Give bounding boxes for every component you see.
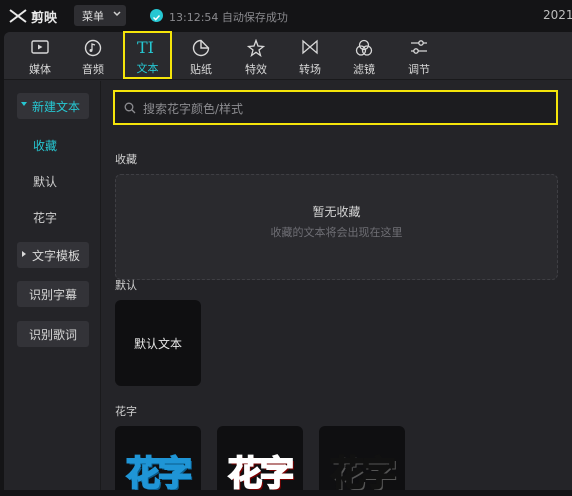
media-icon [31, 40, 49, 54]
tab-label: 特效 [245, 63, 267, 76]
empty-subtitle: 收藏的文本将会出现在这里 [270, 226, 403, 239]
sidebar-item-fancy[interactable]: 花字 [33, 209, 57, 226]
tab-label: 媒体 [29, 63, 51, 76]
filter-icon [355, 39, 373, 56]
text-icon: TI [137, 38, 154, 56]
sticker-icon [192, 39, 210, 57]
sidebar-item-templates[interactable]: 文字模板 [17, 242, 89, 268]
save-status: 13:12:54 自动保存成功 [169, 11, 288, 24]
favorites-empty-state: 暂无收藏 收藏的文本将会出现在这里 [115, 174, 558, 280]
bottom-divider [0, 490, 572, 496]
app-logo-icon [9, 9, 27, 23]
sidebar-item-new-text[interactable]: 新建文本 [17, 93, 89, 119]
svg-text:TI: TI [137, 38, 154, 56]
tab-media[interactable]: 媒体 [15, 34, 65, 78]
sidebar: 新建文本 收藏 默认 花字 文字模板 识别字幕 识别歌词 [4, 81, 101, 496]
chevron-down-icon [113, 11, 121, 17]
search-icon [124, 102, 136, 114]
year-text: 2021 [543, 8, 572, 22]
fancy-text-preview: 花字 [125, 453, 193, 495]
app-name: 剪映 [31, 11, 58, 26]
caret-down-icon [21, 102, 27, 106]
sidebar-item-label: 新建文本 [32, 100, 81, 114]
tab-label: 贴纸 [190, 63, 212, 76]
tab-transition[interactable]: 转场 [285, 34, 335, 78]
section-title-fancy: 花字 [115, 405, 137, 418]
tab-label: 滤镜 [353, 63, 375, 76]
empty-title: 暂无收藏 [312, 205, 361, 219]
tab-effects[interactable]: 特效 [231, 34, 281, 78]
tab-label: 转场 [299, 63, 321, 76]
tab-adjust[interactable]: 调节 [394, 34, 444, 78]
main-panel: 媒体 音频 TI 文本 贴纸 特效 转场 滤镜 调节 新建文本 收藏 默认 花字… [4, 31, 572, 496]
search-input[interactable]: 搜索花字颜色/样式 [113, 90, 558, 125]
tab-text[interactable]: TI 文本 [123, 31, 172, 79]
sidebar-item-label: 文字模板 [32, 249, 81, 263]
fancy-text-card[interactable]: 花字 [319, 426, 405, 496]
menu-button[interactable]: 菜单 [74, 5, 126, 26]
sidebar-item-lyrics[interactable]: 识别歌词 [17, 321, 89, 347]
fancy-text-card[interactable]: 花字 [217, 426, 303, 496]
tab-label: 文本 [136, 62, 159, 75]
adjust-icon [411, 40, 427, 54]
save-success-icon [150, 9, 163, 22]
tab-label: 音频 [82, 63, 104, 76]
menu-label: 菜单 [82, 10, 104, 23]
toolbar: 媒体 音频 TI 文本 贴纸 特效 转场 滤镜 调节 [4, 31, 572, 80]
fancy-text-card[interactable]: 花字 [115, 426, 201, 496]
section-title-default: 默认 [115, 279, 137, 292]
audio-icon [84, 39, 102, 57]
sidebar-item-label: 识别歌词 [28, 328, 77, 342]
effects-icon [247, 39, 265, 57]
search-placeholder: 搜索花字颜色/样式 [143, 102, 244, 116]
tab-filter[interactable]: 滤镜 [339, 34, 389, 78]
sidebar-item-default[interactable]: 默认 [33, 173, 57, 190]
sidebar-item-subtitles[interactable]: 识别字幕 [17, 281, 89, 307]
card-label: 默认文本 [133, 337, 182, 351]
section-title-favorites: 收藏 [115, 153, 137, 166]
tab-sticker[interactable]: 贴纸 [176, 34, 226, 78]
title-bar: 剪映 菜单 13:12:54 自动保存成功 2021 [0, 0, 572, 32]
tab-label: 调节 [408, 63, 430, 76]
fancy-text-preview: 花字 [227, 453, 295, 495]
fancy-text-preview: 花字 [329, 453, 397, 495]
sidebar-item-label: 识别字幕 [28, 288, 77, 302]
sidebar-item-favorites[interactable]: 收藏 [33, 137, 57, 154]
caret-right-icon [22, 251, 26, 257]
tab-audio[interactable]: 音频 [68, 34, 118, 78]
default-text-card[interactable]: 默认文本 [115, 300, 201, 386]
transition-icon [302, 39, 318, 55]
